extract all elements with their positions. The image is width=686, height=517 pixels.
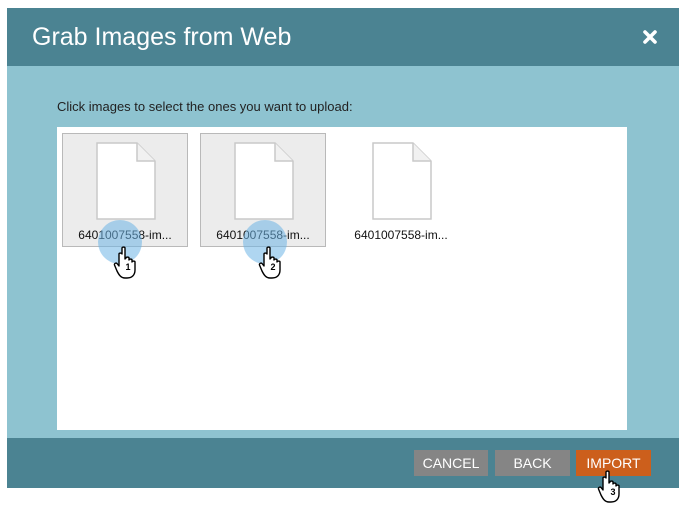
- image-filename: 6401007558-im...: [354, 228, 448, 242]
- image-grid: 6401007558-im... 6401007558-im... 640100…: [57, 127, 627, 430]
- image-thumbnail-1[interactable]: 6401007558-im...: [62, 133, 188, 247]
- dialog-title-bar: Grab Images from Web: [7, 8, 679, 66]
- dialog-footer: CANCEL BACK IMPORT: [7, 438, 679, 488]
- dialog-title: Grab Images from Web: [32, 23, 292, 51]
- grab-images-dialog: Grab Images from Web Click images to sel…: [7, 8, 679, 488]
- close-icon[interactable]: [637, 24, 663, 50]
- document-icon: [372, 142, 432, 220]
- document-icon: [234, 142, 294, 220]
- image-thumbnail-3[interactable]: 6401007558-im...: [338, 133, 464, 247]
- cancel-button[interactable]: CANCEL: [414, 450, 488, 476]
- step-number: 3: [610, 487, 616, 497]
- back-button[interactable]: BACK: [495, 450, 570, 476]
- image-filename: 6401007558-im...: [78, 228, 172, 242]
- document-icon: [96, 142, 156, 220]
- image-filename: 6401007558-im...: [216, 228, 310, 242]
- import-button[interactable]: IMPORT: [576, 450, 651, 476]
- image-thumbnail-2[interactable]: 6401007558-im...: [200, 133, 326, 247]
- instruction-text: Click images to select the ones you want…: [57, 99, 353, 114]
